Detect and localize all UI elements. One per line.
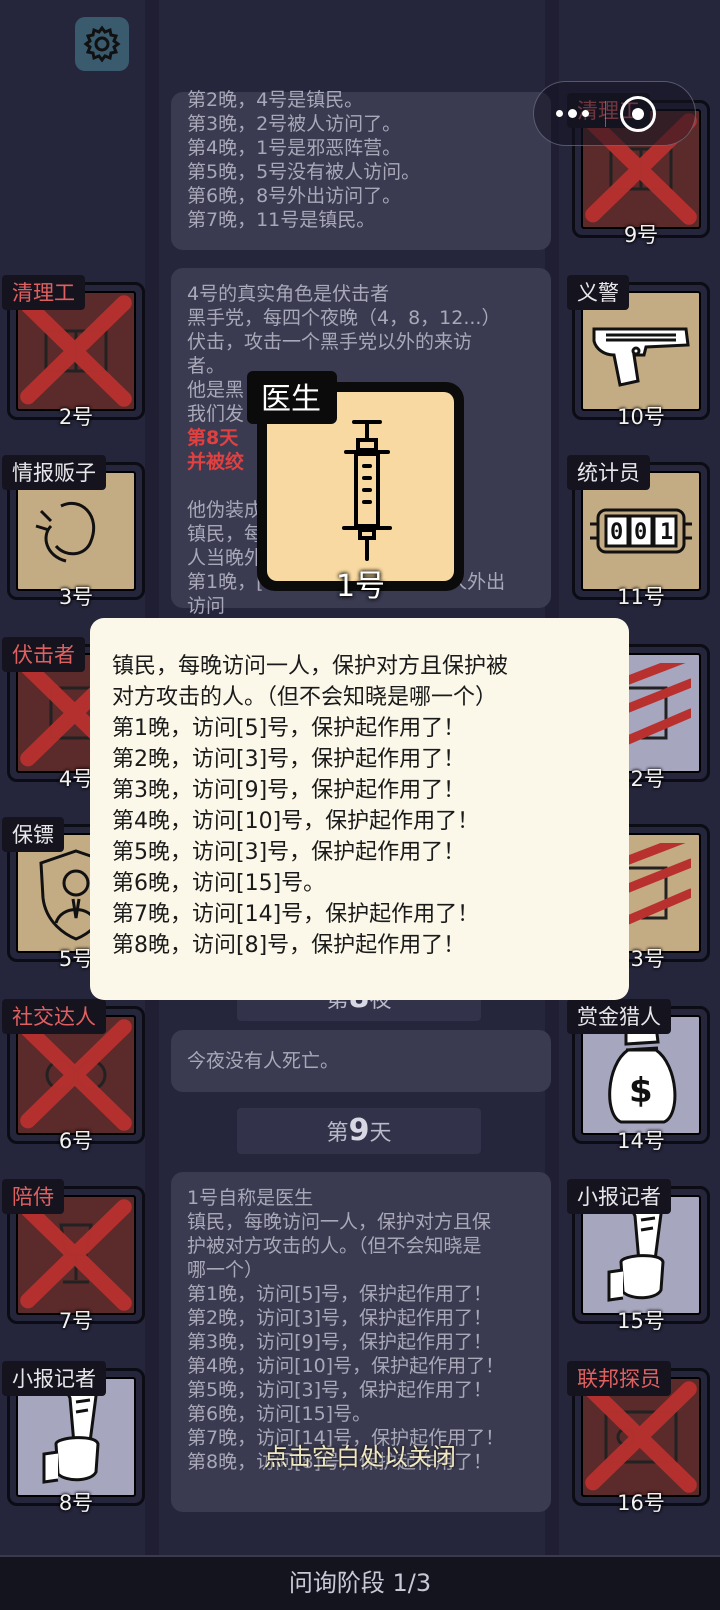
player-role-label: 赏金猎人 <box>567 999 671 1034</box>
description-line: 第3晚，访问[9]号，保护起作用了！ <box>112 778 466 803</box>
log-line: 第5晚，访问[3]号，保护起作用了！ <box>187 1379 493 1401</box>
log-line: 1号自称是医生 <box>187 1187 314 1209</box>
player-number: 11号 <box>617 585 665 609</box>
player-role-label: 义警 <box>567 275 629 310</box>
player-number: 8号 <box>58 1491 94 1515</box>
log-line: 护被对方攻击的人。（但不会知晓是 <box>187 1235 482 1257</box>
log-entry: 今夜没有人死亡。 <box>171 1030 551 1092</box>
player-card[interactable]: 小报记者 15号 <box>567 1179 710 1333</box>
log-lines: 第2晚，4号是镇民。 第3晚，2号被人访问了。 第4晚，1号是邪恶阵营。 第5晚，5号… <box>187 88 535 232</box>
game-board[interactable]: 清理工2号情报贩子3号伏击者4号保镖5号社交达人6号陪侍7号小报记者8号 清理工… <box>0 0 720 1610</box>
log-entry: 第2晚，4号是镇民。 第3晚，2号被人访问了。 第4晚，1号是邪恶阵营。 第5晚，5号… <box>171 89 551 250</box>
log-line: 4号的真实角色是伏击者 <box>187 283 390 305</box>
log-line: 伏击，攻击一个黑手党以外的来访 <box>187 331 473 353</box>
player-role-label: 陪侍 <box>2 1179 64 1214</box>
log-line: 第6晚，访问[15]号。 <box>187 1403 372 1425</box>
player-number: 2号 <box>58 405 94 429</box>
player-role-label: 保镖 <box>2 817 64 852</box>
player-number: 9号 <box>623 223 659 247</box>
log-line: 第2晚，访问[3]号，保护起作用了！ <box>187 1307 493 1329</box>
svg-text:1: 1 <box>660 520 673 545</box>
log-line: 第3晚，2号被人访问了。 <box>187 113 402 135</box>
log-line: 第6晚，8号外出访问了。 <box>187 185 402 207</box>
description-line: 第8晚，访问[8]号，保护起作用了！ <box>112 933 466 958</box>
log-line: 第4晚，访问[10]号，保护起作用了！ <box>187 1355 505 1377</box>
player-number: 7号 <box>58 1309 94 1333</box>
settings-button[interactable] <box>75 17 129 71</box>
player-number: 15号 <box>617 1309 665 1333</box>
player-role-label: 联邦探员 <box>567 1361 671 1396</box>
player-number: 16号 <box>617 1491 665 1515</box>
svg-text:$: $ <box>629 1071 653 1111</box>
description-line: 第1晚，访问[5]号，保护起作用了！ <box>112 716 466 741</box>
player-role-label: 情报贩子 <box>2 455 106 490</box>
log-line: 第2晚，4号是镇民。 <box>187 89 364 111</box>
phase-bar: 问询阶段 1/3 <box>0 1555 720 1610</box>
player-card[interactable]: 清理工 2号 <box>2 275 145 429</box>
log-line: 第4晚，1号是邪恶阵营。 <box>187 137 402 159</box>
log-line: 第1晚，访问[5]号，保护起作用了！ <box>187 1283 493 1305</box>
description-line: 第4晚，访问[10]号，保护起作用了！ <box>112 809 480 834</box>
player-number: 14号 <box>617 1129 665 1153</box>
day-9-header: 第9天 <box>237 1108 481 1154</box>
log-line: 黑手党，每四个夜晚（4，8，12...） <box>187 307 501 329</box>
description-line: 第2晚，访问[3]号，保护起作用了！ <box>112 747 466 772</box>
description-line: 第5晚，访问[3]号，保护起作用了！ <box>112 840 466 865</box>
no-death-text: 今夜没有人死亡。 <box>187 1050 340 1072</box>
svg-text:0: 0 <box>634 520 647 545</box>
player-number: 6号 <box>58 1129 94 1153</box>
player-role-label: 社交达人 <box>2 999 106 1034</box>
player-role-label: 小报记者 <box>2 1361 106 1396</box>
log-line: 哪一个） <box>187 1259 264 1281</box>
syringe-icon <box>342 420 392 561</box>
player-card[interactable]: 义警 10号 <box>567 275 710 429</box>
description-line: 第6晚，访问[15]号。 <box>112 871 326 896</box>
player-card[interactable]: 0 0 1 统计员 11号 <box>567 455 710 609</box>
miniprogram-capsule <box>533 81 696 146</box>
log-line: 第7晚，11号是镇民。 <box>187 209 376 231</box>
svg-text:0: 0 <box>610 520 623 545</box>
player-card[interactable]: 陪侍 7号 <box>2 1179 145 1333</box>
log-line: 镇民，每晚访问一人，保护对方且保 <box>187 1211 492 1233</box>
role-description: 镇民，每晚访问一人，保护对方且保护被 对方攻击的人。（但不会知晓是哪一个） 第1晚，… <box>112 651 607 961</box>
doctor-card-role: 医生 <box>247 371 337 424</box>
close-hint: 点击空白处以关闭 <box>264 1443 456 1471</box>
player-role-label: 小报记者 <box>567 1179 671 1214</box>
log-line: 第5晚，5号没有被人访问。 <box>187 161 421 183</box>
player-card[interactable]: 情报贩子 3号 <box>2 455 145 609</box>
doctor-card-number: 1号 <box>335 569 386 604</box>
log-line: 第3晚，访问[9]号，保护起作用了！ <box>187 1331 493 1353</box>
description-line: 镇民，每晚访问一人，保护对方且保护被 <box>112 654 509 679</box>
player-role-label: 统计员 <box>567 455 650 490</box>
player-role-label: 清理工 <box>2 275 85 310</box>
more-dots-icon[interactable] <box>556 109 589 118</box>
description-line: 第7晚，访问[14]号，保护起作用了！ <box>112 902 480 927</box>
role-info-popup[interactable]: 镇民，每晚访问一人，保护对方且保护被 对方攻击的人。（但不会知晓是哪一个） 第1晚，… <box>90 618 629 1000</box>
doctor-card: 医生 1号 <box>247 371 464 604</box>
description-line: 对方攻击的人。（但不会知晓是哪一个） <box>112 685 498 710</box>
gear-icon <box>83 25 121 63</box>
player-number: 3号 <box>58 585 94 609</box>
player-number: 10号 <box>617 405 665 429</box>
capsule-close-icon[interactable] <box>620 95 656 132</box>
player-card[interactable]: 社交达人 6号 <box>2 999 145 1153</box>
player-card[interactable]: $ 赏金猎人 14号 <box>567 999 710 1153</box>
log-line: 者。 <box>187 355 226 377</box>
player-role-label: 伏击者 <box>2 637 85 672</box>
